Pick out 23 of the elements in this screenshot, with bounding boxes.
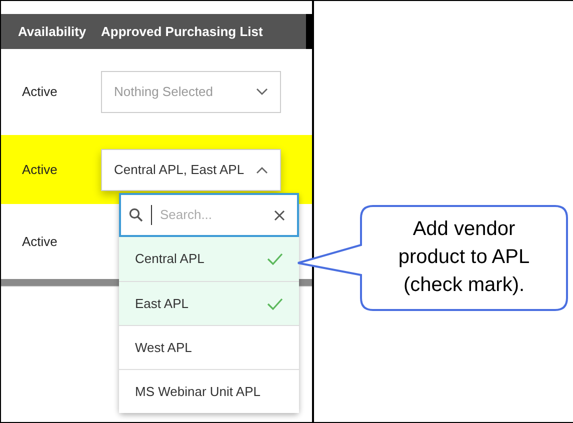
- option-label: MS Webinar Unit APL: [135, 382, 260, 401]
- availability-cell-text: Active: [21, 232, 58, 251]
- availability-cell-text: Active: [21, 160, 58, 179]
- dropdown-option[interactable]: West APL: [119, 325, 299, 369]
- chevron-up-icon: [256, 166, 268, 174]
- chevron-down-icon: [256, 88, 268, 96]
- search-input[interactable]: Search...: [151, 205, 266, 225]
- option-label: East APL: [135, 294, 188, 313]
- dropdown-option[interactable]: East APL: [119, 281, 299, 325]
- availability-cell-text: Active: [21, 83, 58, 102]
- dropdown-option[interactable]: MS Webinar Unit APL: [119, 369, 299, 413]
- check-icon: [267, 298, 283, 310]
- callout-text: Add vendor product to APL (check mark).: [397, 217, 531, 298]
- column-header: Approved Purchasing List: [101, 22, 263, 41]
- close-icon[interactable]: [274, 210, 285, 220]
- option-label: West APL: [135, 338, 192, 357]
- search-field[interactable]: Search...: [119, 193, 299, 237]
- apl-select[interactable]: Central APL, East APL: [101, 148, 281, 190]
- option-label: Central APL: [135, 250, 204, 268]
- dropdown-option[interactable]: Central APL: [119, 237, 299, 281]
- check-icon: [267, 253, 283, 265]
- column-header: Availability: [17, 22, 88, 41]
- search-icon: [129, 208, 143, 222]
